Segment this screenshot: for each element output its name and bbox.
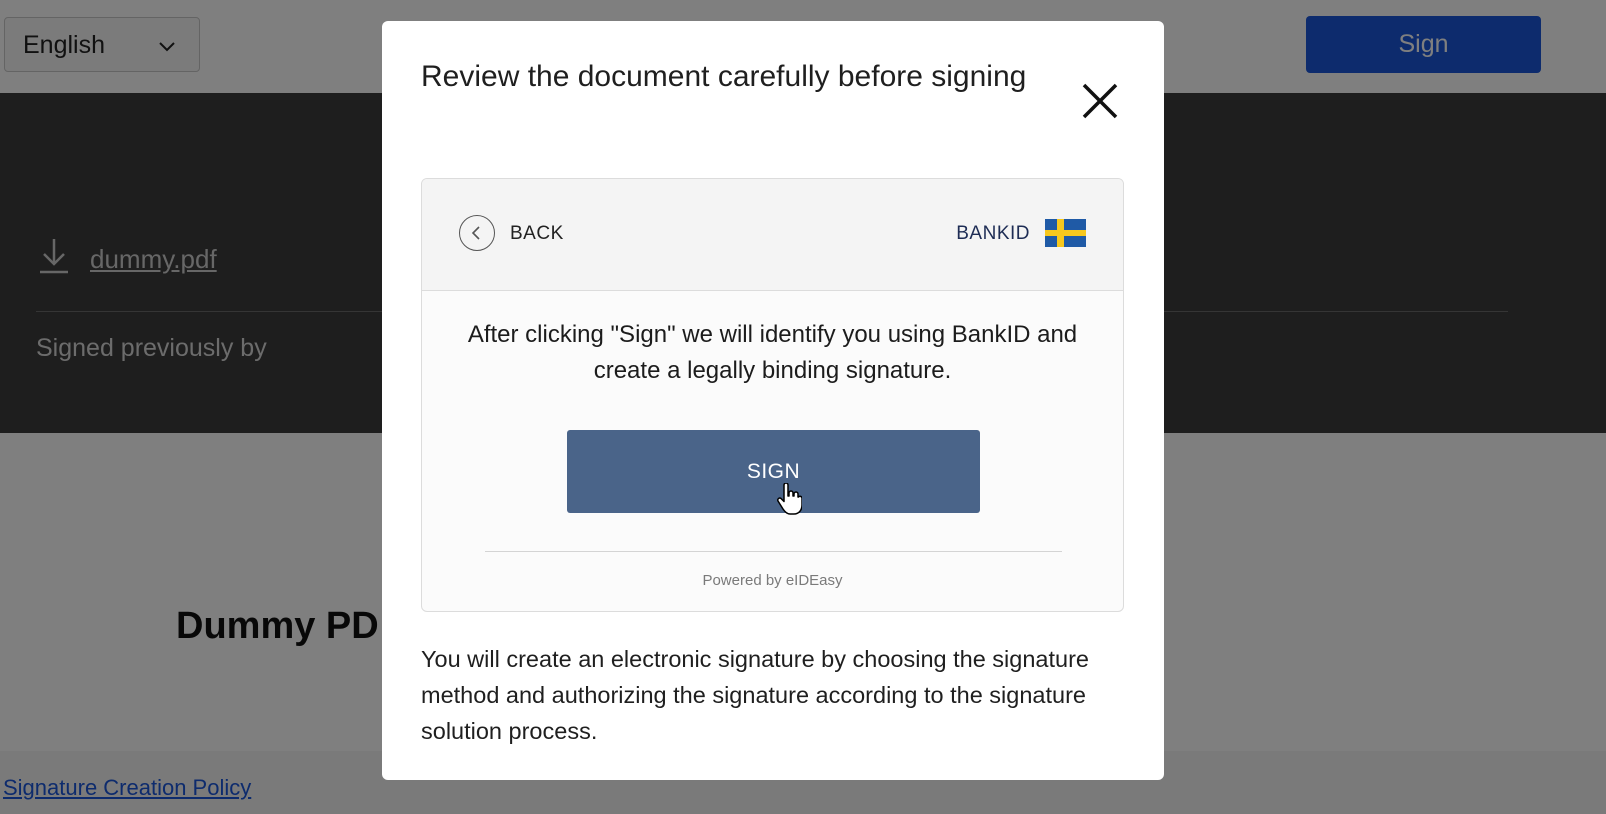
- app-root: English Sign dummy.pdf Signed previously…: [0, 0, 1606, 814]
- chevron-left-icon: [459, 215, 495, 251]
- modal-title: Review the document carefully before sig…: [421, 60, 1027, 93]
- card-header: BACK BANKID: [422, 179, 1123, 291]
- bankid-sign-button[interactable]: SIGN: [567, 430, 980, 513]
- close-icon[interactable]: [1078, 79, 1122, 123]
- bankid-card: BACK BANKID After clicking "Sign" we wil…: [421, 178, 1124, 612]
- provider-label: BANKID: [956, 223, 1030, 244]
- back-button-label: BACK: [510, 223, 564, 244]
- sweden-flag-icon: [1045, 219, 1086, 247]
- signing-modal: Review the document carefully before sig…: [382, 21, 1164, 780]
- powered-by-label: Powered by eIDEasy: [702, 572, 843, 589]
- hand-pointer-icon: [777, 483, 802, 515]
- modal-description: You will create an electronic signature …: [421, 646, 1089, 744]
- bankid-instruction: After clicking "Sign" we will identify y…: [467, 321, 1078, 384]
- card-divider: [485, 551, 1062, 552]
